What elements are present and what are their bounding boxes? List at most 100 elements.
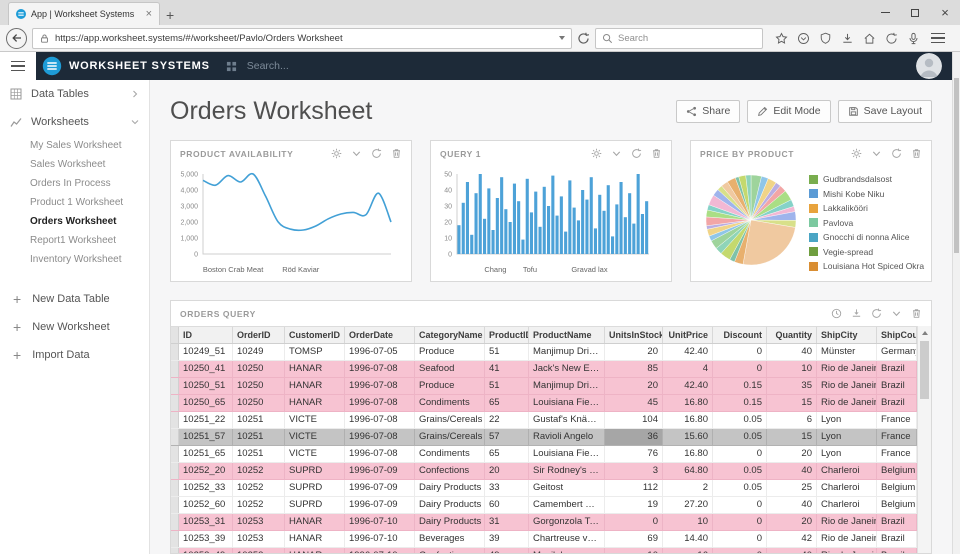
table-cell[interactable]: Charleroi — [817, 497, 877, 513]
apps-grid-icon[interactable] — [226, 61, 237, 72]
table-cell[interactable]: 0 — [713, 548, 767, 553]
table-cell[interactable]: Seafood — [415, 361, 485, 377]
row-selector[interactable] — [171, 378, 179, 394]
table-cell[interactable]: 41 — [485, 361, 529, 377]
scroll-up-icon[interactable] — [918, 326, 931, 340]
clock-icon[interactable] — [831, 308, 842, 319]
table-cell[interactable]: 1996-07-08 — [345, 446, 415, 462]
table-cell[interactable]: 20 — [605, 344, 663, 360]
table-cell[interactable]: 1996-07-08 — [345, 429, 415, 445]
chevron-down-icon[interactable] — [351, 148, 362, 159]
table-cell[interactable]: Rio de Janeiro — [817, 514, 877, 530]
table-cell[interactable]: 10249 — [233, 344, 285, 360]
menu-button[interactable] — [931, 33, 945, 43]
table-cell[interactable]: 1996-07-10 — [345, 531, 415, 547]
table-cell[interactable]: Brazil — [877, 378, 917, 394]
table-cell[interactable]: VICTE — [285, 446, 345, 462]
table-cell[interactable]: Rio de Janeiro — [817, 531, 877, 547]
table-cell[interactable]: 51 — [485, 378, 529, 394]
table-cell[interactable]: Condiments — [415, 395, 485, 411]
table-cell[interactable]: 10253_49 — [179, 548, 233, 553]
chevron-down-icon[interactable] — [611, 148, 622, 159]
table-cell[interactable]: 10252 — [233, 463, 285, 479]
table-cell[interactable]: 6 — [767, 412, 817, 428]
page-scrollbar-thumb[interactable] — [954, 78, 959, 253]
chevron-down-icon[interactable] — [871, 148, 882, 159]
table-cell[interactable]: Belgium — [877, 480, 917, 496]
table-cell[interactable]: Manjimup Dried Apples — [529, 344, 605, 360]
table-cell[interactable]: Geitost — [529, 480, 605, 496]
table-row[interactable]: 10250_65 10250 HANAR 1996-07-08 Condiments 65… — [171, 395, 917, 412]
row-selector[interactable] — [171, 446, 179, 462]
table-cell[interactable]: 1996-07-09 — [345, 497, 415, 513]
share-button[interactable]: Share — [676, 99, 741, 123]
table-cell[interactable]: 16.80 — [663, 412, 713, 428]
table-cell[interactable]: 16.80 — [663, 395, 713, 411]
table-cell[interactable]: 10250 — [233, 395, 285, 411]
row-selector[interactable] — [171, 514, 179, 530]
table-cell[interactable]: Manjimup Dried Apples — [529, 378, 605, 394]
table-cell[interactable]: 104 — [605, 412, 663, 428]
table-cell[interactable]: 49 — [485, 548, 529, 553]
table-cell[interactable]: 10253 — [233, 531, 285, 547]
column-header[interactable]: OrderID — [233, 327, 285, 343]
table-cell[interactable]: 16 — [663, 548, 713, 553]
table-cell[interactable]: Brazil — [877, 395, 917, 411]
edit-mode-button[interactable]: Edit Mode — [747, 99, 831, 123]
table-cell[interactable]: Grains/Cereals — [415, 412, 485, 428]
table-cell[interactable]: Brazil — [877, 514, 917, 530]
sidebar-item-worksheet[interactable]: My Sales Worksheet — [0, 136, 149, 155]
trash-icon[interactable] — [911, 308, 922, 319]
table-cell[interactable]: 31 — [485, 514, 529, 530]
table-cell[interactable]: Produce — [415, 344, 485, 360]
table-cell[interactable]: Condiments — [415, 446, 485, 462]
table-cell[interactable]: 45 — [605, 395, 663, 411]
table-cell[interactable]: 10251_65 — [179, 446, 233, 462]
table-cell[interactable]: France — [877, 446, 917, 462]
gear-icon[interactable] — [331, 148, 342, 159]
trash-icon[interactable] — [391, 148, 402, 159]
table-cell[interactable]: 1996-07-09 — [345, 463, 415, 479]
table-cell[interactable]: Produce — [415, 378, 485, 394]
table-cell[interactable]: 22 — [485, 412, 529, 428]
table-cell[interactable]: SUPRD — [285, 480, 345, 496]
sidebar-toggle-button[interactable] — [0, 52, 36, 80]
table-cell[interactable]: HANAR — [285, 361, 345, 377]
column-header[interactable]: ProductID — [485, 327, 529, 343]
table-cell[interactable]: 60 — [485, 497, 529, 513]
table-row[interactable]: 10253_4910253HANAR1996-07-10Confections4… — [171, 548, 917, 553]
table-cell[interactable]: 20 — [767, 514, 817, 530]
table-cell[interactable]: Camembert Pierrot — [529, 497, 605, 513]
table-cell[interactable]: 1996-07-08 — [345, 412, 415, 428]
table-cell[interactable]: 1996-07-09 — [345, 480, 415, 496]
column-header[interactable]: ProductName — [529, 327, 605, 343]
table-cell[interactable]: Maxilaku — [529, 548, 605, 553]
column-header[interactable]: UnitsInStock — [605, 327, 663, 343]
row-selector[interactable] — [171, 548, 179, 553]
browser-search-input[interactable]: Search — [595, 27, 763, 49]
table-cell[interactable]: 85 — [605, 361, 663, 377]
table-row[interactable]: 10252_60 10252 SUPRD 1996-07-09 Dairy Produc… — [171, 497, 917, 514]
table-cell[interactable]: 20 — [485, 463, 529, 479]
table-cell[interactable]: 40 — [767, 497, 817, 513]
column-header[interactable]: Quantity — [767, 327, 817, 343]
row-selector[interactable] — [171, 463, 179, 479]
column-header[interactable]: OrderDate — [345, 327, 415, 343]
table-cell[interactable]: Germany — [877, 344, 917, 360]
table-cell[interactable]: Grains/Cereals — [415, 429, 485, 445]
table-cell[interactable]: Dairy Products — [415, 514, 485, 530]
table-cell[interactable]: 36 — [605, 429, 663, 445]
column-header[interactable]: ShipCountry — [877, 327, 917, 343]
table-cell[interactable]: Brazil — [877, 548, 917, 553]
sidebar-action-new-data-table[interactable]: + New Data Table — [0, 285, 149, 313]
table-cell[interactable]: 10251_57 — [179, 429, 233, 445]
scrollbar-thumb[interactable] — [920, 341, 929, 399]
table-cell[interactable]: France — [877, 412, 917, 428]
table-cell[interactable]: Lyon — [817, 412, 877, 428]
tab-close-icon[interactable]: × — [146, 8, 152, 20]
table-cell[interactable]: 10253_31 — [179, 514, 233, 530]
table-cell[interactable]: Dairy Products — [415, 480, 485, 496]
table-cell[interactable]: Rio de Janeiro — [817, 395, 877, 411]
table-cell[interactable]: 10253_39 — [179, 531, 233, 547]
column-header[interactable]: CustomerID — [285, 327, 345, 343]
